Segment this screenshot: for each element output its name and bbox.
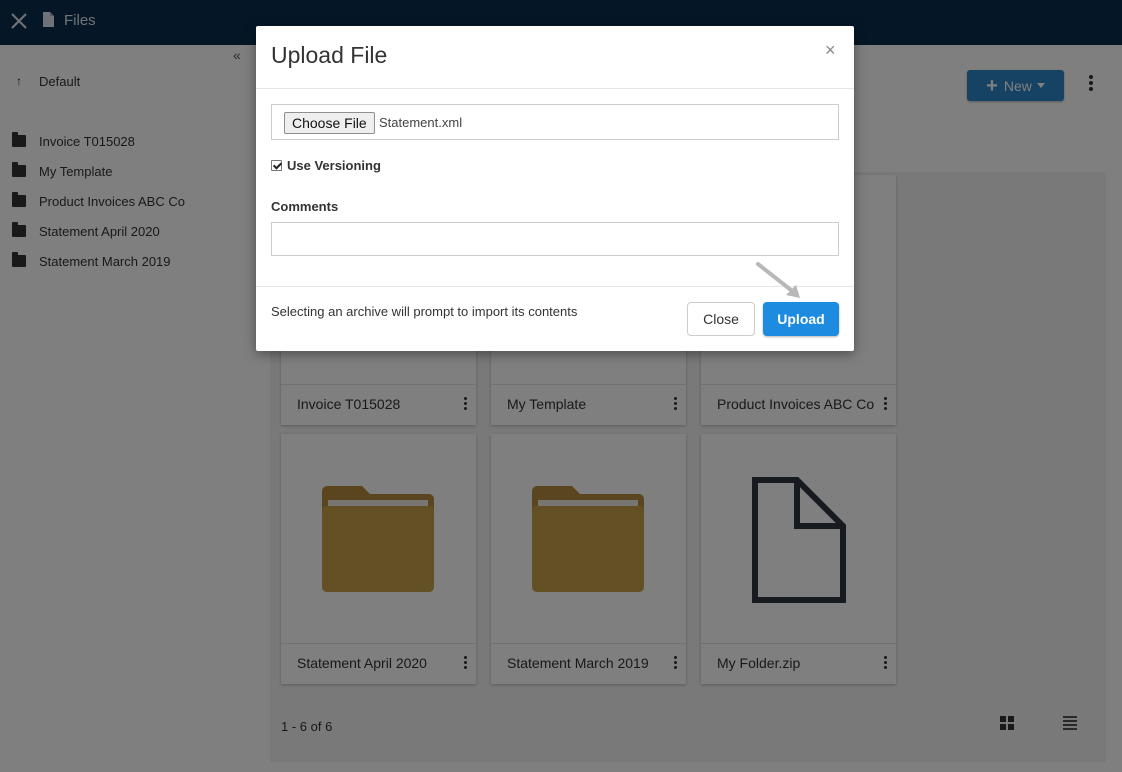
comments-field[interactable] xyxy=(271,222,839,256)
dialog-title: Upload File xyxy=(271,42,388,68)
use-versioning-row: Use Versioning xyxy=(271,158,381,173)
close-button[interactable]: Close xyxy=(687,302,755,336)
file-input[interactable]: Choose File Statement.xml xyxy=(271,104,839,140)
selected-file-name: Statement.xml xyxy=(379,115,463,130)
divider xyxy=(256,88,854,89)
pointer-arrow-icon xyxy=(756,262,800,298)
upload-button[interactable]: Upload xyxy=(763,302,839,336)
choose-file-button[interactable]: Choose File xyxy=(284,112,375,134)
comments-label: Comments xyxy=(271,199,339,214)
upload-file-dialog: Upload File × Choose File Statement.xml … xyxy=(256,26,854,351)
dialog-close-icon[interactable]: × xyxy=(825,40,836,61)
archive-hint: Selecting an archive will prompt to impo… xyxy=(271,304,578,319)
use-versioning-checkbox[interactable] xyxy=(271,160,282,171)
use-versioning-label: Use Versioning xyxy=(287,158,381,173)
